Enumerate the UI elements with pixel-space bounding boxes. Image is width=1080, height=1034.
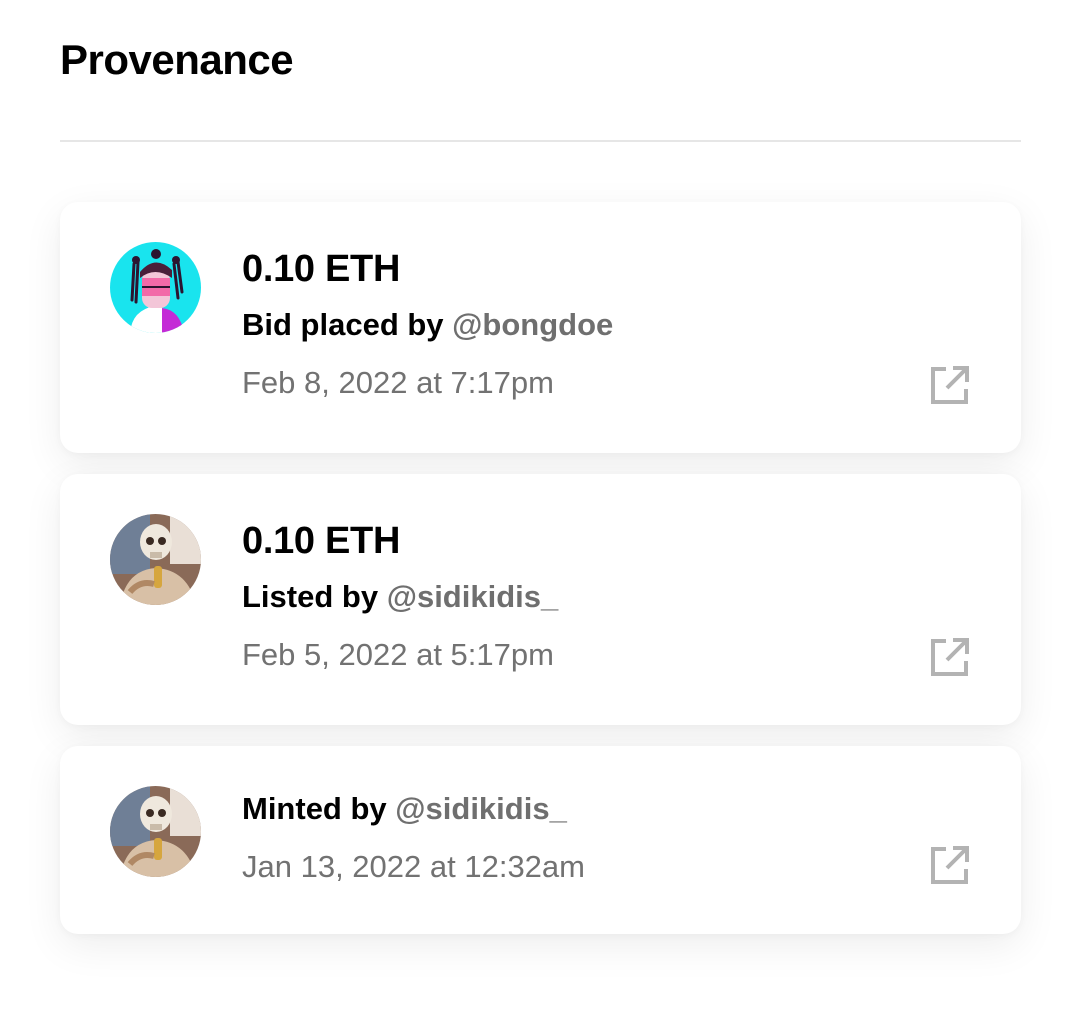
event-action-label: Minted by	[242, 791, 387, 826]
user-handle-link[interactable]: @bongdoe	[452, 307, 613, 342]
external-link-icon[interactable]	[929, 844, 971, 886]
event-details: Minted by @sidikidis_ Jan 13, 2022 at 12…	[242, 788, 585, 888]
event-action: Minted by @sidikidis_	[242, 788, 585, 830]
event-amount: 0.10 ETH	[242, 520, 401, 562]
page-title: Provenance	[60, 36, 294, 83]
event-details: 0.10 ETH Bid placed by @bongdoe Feb 8, 2…	[242, 244, 613, 404]
event-action: Bid placed by @bongdoe	[242, 304, 613, 346]
event-date: Feb 8, 2022 at 7:17pm	[242, 365, 554, 400]
divider	[60, 140, 1021, 142]
user-handle-link[interactable]: @sidikidis_	[387, 579, 559, 614]
provenance-event-card: Minted by @sidikidis_ Jan 13, 2022 at 12…	[60, 746, 1021, 934]
avatar[interactable]	[110, 242, 201, 333]
provenance-page: Provenance 0.10 ETH Bid placed by @bongd…	[0, 0, 1080, 1034]
event-action-label: Listed by	[242, 579, 379, 614]
external-link-icon[interactable]	[929, 364, 971, 406]
provenance-event-card: 0.10 ETH Bid placed by @bongdoe Feb 8, 2…	[60, 202, 1021, 453]
avatar-image	[110, 786, 201, 877]
event-date: Feb 5, 2022 at 5:17pm	[242, 637, 554, 672]
avatar[interactable]	[110, 786, 201, 877]
user-handle-link[interactable]: @sidikidis_	[395, 791, 567, 826]
avatar[interactable]	[110, 514, 201, 605]
event-amount: 0.10 ETH	[242, 248, 401, 290]
external-link-icon[interactable]	[929, 636, 971, 678]
event-date: Jan 13, 2022 at 12:32am	[242, 849, 585, 884]
avatar-image	[110, 514, 201, 605]
event-details: 0.10 ETH Listed by @sidikidis_ Feb 5, 20…	[242, 516, 558, 676]
event-action-label: Bid placed by	[242, 307, 444, 342]
event-action: Listed by @sidikidis_	[242, 576, 558, 618]
avatar-image	[110, 242, 201, 333]
provenance-event-card: 0.10 ETH Listed by @sidikidis_ Feb 5, 20…	[60, 474, 1021, 725]
